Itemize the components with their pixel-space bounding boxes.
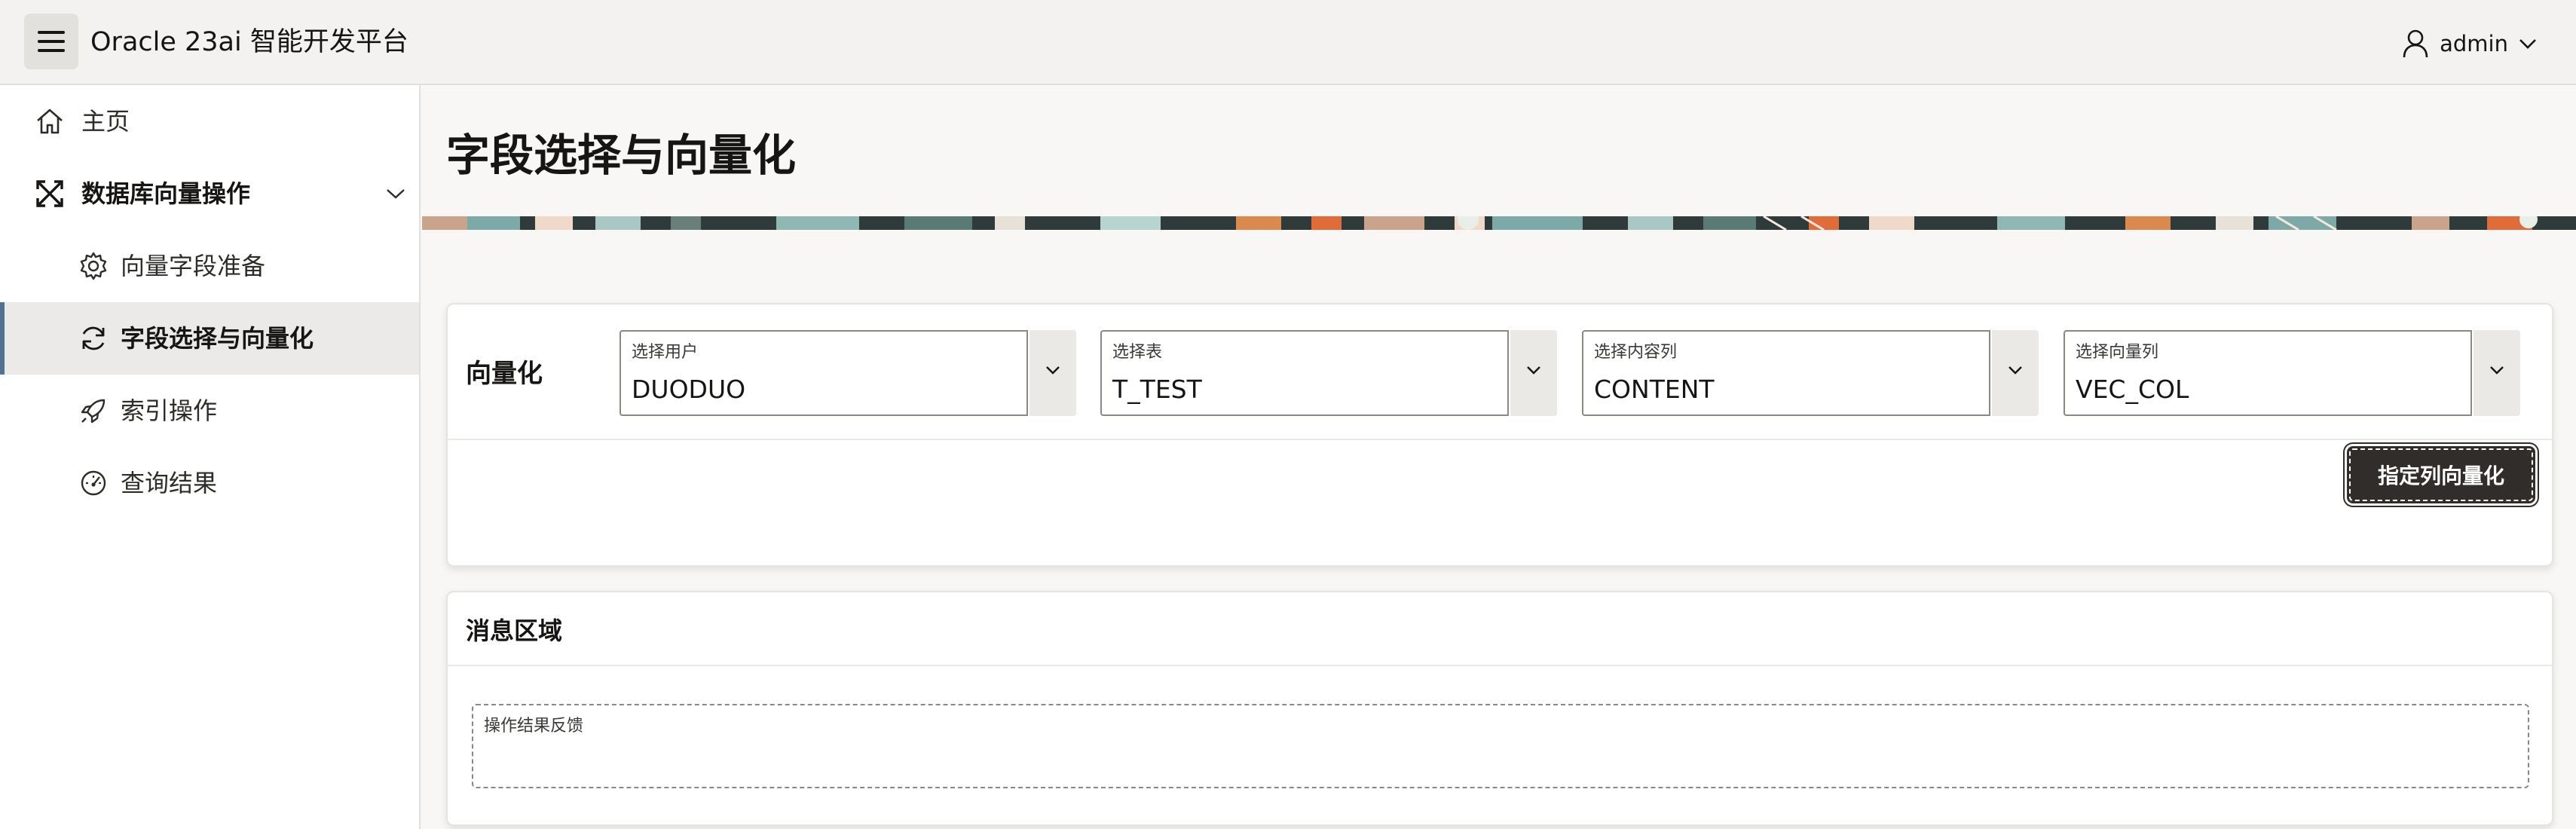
- top-bar: Oracle 23ai 智能开发平台 admin: [0, 0, 2576, 85]
- hamburger-icon-line: [38, 40, 65, 43]
- rocket-icon: [81, 399, 106, 424]
- select-dropdown-button[interactable]: [1992, 330, 2039, 416]
- region-label: 向量化: [466, 359, 543, 389]
- select-label: 选择内容列: [1594, 343, 1678, 362]
- select-value: CONTENT: [1594, 375, 1715, 404]
- select-value: VEC_COL: [2076, 375, 2189, 404]
- expand-arrows-icon: [36, 180, 63, 207]
- chevron-down-icon: [2008, 366, 2022, 375]
- app-title: Oracle 23ai 智能开发平台: [90, 27, 408, 57]
- chevron-down-icon: [1527, 366, 1540, 375]
- select-user-field[interactable]: 选择用户 DUODUO: [620, 330, 1028, 416]
- feedback-label: 操作结果反馈: [484, 717, 584, 736]
- decorative-banner: [422, 216, 2576, 230]
- select-table[interactable]: 选择表 T_TEST: [1100, 330, 1557, 416]
- select-dropdown-button[interactable]: [2474, 330, 2520, 416]
- message-region-title: 消息区域: [466, 616, 563, 645]
- select-label: 选择表: [1112, 343, 1163, 362]
- select-user[interactable]: 选择用户 DUODUO: [620, 330, 1076, 416]
- sidebar-item-home[interactable]: 主页: [0, 85, 419, 158]
- page-title: 字段选择与向量化: [446, 130, 797, 181]
- home-icon: [37, 109, 63, 134]
- sidebar-item-vector-ops[interactable]: 数据库向量操作: [0, 158, 419, 230]
- sidebar-item-label: 索引操作: [121, 396, 218, 425]
- sidebar-item-label: 数据库向量操作: [81, 179, 251, 208]
- user-menu[interactable]: admin: [2402, 27, 2537, 60]
- select-dropdown-button[interactable]: [1029, 330, 1076, 416]
- chevron-down-icon: [2519, 39, 2536, 49]
- gear-icon: [80, 252, 107, 280]
- select-value: T_TEST: [1112, 375, 1202, 404]
- region-divider: [448, 665, 2552, 666]
- select-label: 选择向量列: [2076, 343, 2159, 362]
- select-table-field[interactable]: 选择表 T_TEST: [1100, 330, 1509, 416]
- hamburger-icon: [38, 31, 65, 34]
- gauge-icon: [81, 470, 106, 496]
- hamburger-menu-button[interactable]: [24, 14, 78, 69]
- sidebar-item-field-select-vectorize[interactable]: 字段选择与向量化: [0, 302, 419, 375]
- sidebar-item-query-results[interactable]: 查询结果: [0, 447, 419, 519]
- chevron-down-icon: [2490, 366, 2504, 375]
- select-value: DUODUO: [632, 375, 746, 404]
- vectorize-column-button[interactable]: 指定列向量化: [2347, 446, 2535, 503]
- select-vector-column-field[interactable]: 选择向量列 VEC_COL: [2064, 330, 2472, 416]
- select-vector-column[interactable]: 选择向量列 VEC_COL: [2064, 330, 2520, 416]
- feedback-field[interactable]: 操作结果反馈: [472, 704, 2529, 788]
- select-content-column-field[interactable]: 选择内容列 CONTENT: [1582, 330, 1990, 416]
- select-dropdown-button[interactable]: [1510, 330, 1557, 416]
- sidebar-item-index-ops[interactable]: 索引操作: [0, 375, 419, 447]
- sidebar-item-label: 查询结果: [121, 469, 218, 497]
- message-region: 消息区域 操作结果反馈: [446, 591, 2553, 826]
- chevron-down-icon[interactable]: [386, 188, 405, 200]
- hamburger-icon-line: [38, 49, 65, 52]
- select-content-column[interactable]: 选择内容列 CONTENT: [1582, 330, 2039, 416]
- sidebar-item-label: 向量字段准备: [121, 252, 266, 280]
- vectorize-region: 向量化 选择用户 DUODUO 选择表 T_TEST 选择内容列 CONTENT…: [446, 303, 2553, 567]
- sidebar: 主页 数据库向量操作 向量字段准备 字段选择与向量化 索引操作 查询结果: [0, 85, 421, 829]
- region-divider: [448, 439, 2552, 440]
- sidebar-item-vector-field-prep[interactable]: 向量字段准备: [0, 230, 419, 302]
- select-label: 选择用户: [632, 343, 699, 362]
- chevron-down-icon: [1046, 366, 1060, 375]
- sidebar-item-label: 主页: [81, 107, 130, 136]
- refresh-icon: [82, 326, 105, 350]
- sidebar-item-label: 字段选择与向量化: [121, 324, 314, 353]
- user-icon: [2403, 29, 2428, 58]
- user-name: admin: [2440, 31, 2508, 57]
